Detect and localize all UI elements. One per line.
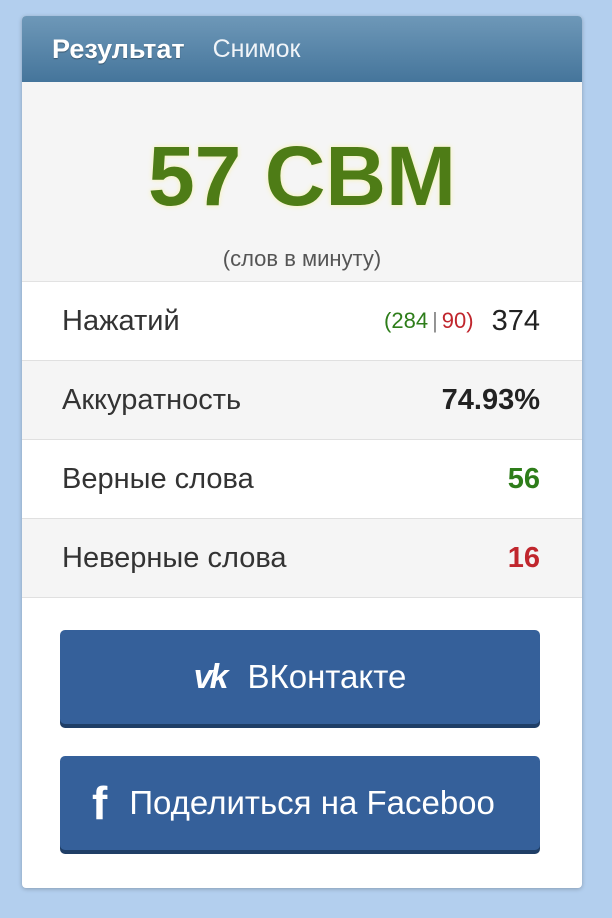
keystrokes-values: (284 | 90) 374 [384, 305, 540, 338]
correct-words-label: Верные слова [62, 462, 254, 495]
wpm-unit: (слов в минуту) [222, 246, 382, 271]
tab-result[interactable]: Результат [52, 34, 185, 65]
keystrokes-total: 374 [491, 304, 540, 337]
wrong-words-value: 16 [507, 541, 540, 574]
keystrokes-correct: 284 [391, 308, 429, 333]
wrong-words-row: Неверные слова 16 [22, 519, 582, 598]
keystrokes-label: Нажатий [62, 304, 180, 337]
keystrokes-separator: | [432, 308, 438, 333]
wpm-value: 57 СВМ [147, 129, 457, 223]
tab-snapshot[interactable]: Снимок [213, 35, 301, 64]
wrong-words-label: Неверные слова [62, 541, 287, 574]
facebook-share-label: Поделиться на Faceboo [129, 784, 495, 821]
vk-logo-icon: vk [193, 657, 229, 696]
correct-words-value: 56 [507, 462, 540, 495]
keystrokes-row: Нажатий (284 | 90) 374 [22, 282, 582, 361]
keystrokes-close-paren: ) [466, 308, 474, 333]
tab-bar: Результат Снимок [22, 16, 582, 82]
keystrokes-wrong: 90 [441, 308, 467, 333]
vk-share-label: ВКонтакте [247, 658, 407, 695]
accuracy-value: 74.93% [441, 383, 540, 416]
share-section: vk ВКонтакте f Поделиться на Faceboo [22, 598, 582, 850]
keystrokes-breakdown: (284 | 90) [384, 308, 474, 334]
result-panel: Результат Снимок 57 СВМ (слов в минуту) … [22, 16, 582, 888]
accuracy-label: Аккуратность [62, 383, 242, 416]
score-box: 57 СВМ (слов в минуту) [22, 82, 582, 282]
correct-words-row: Верные слова 56 [22, 440, 582, 519]
vk-share-button[interactable]: vk ВКонтакте [60, 630, 540, 724]
facebook-share-button[interactable]: f Поделиться на Faceboo [60, 756, 540, 850]
accuracy-row: Аккуратность 74.93% [22, 361, 582, 440]
facebook-logo-icon: f [92, 777, 108, 829]
